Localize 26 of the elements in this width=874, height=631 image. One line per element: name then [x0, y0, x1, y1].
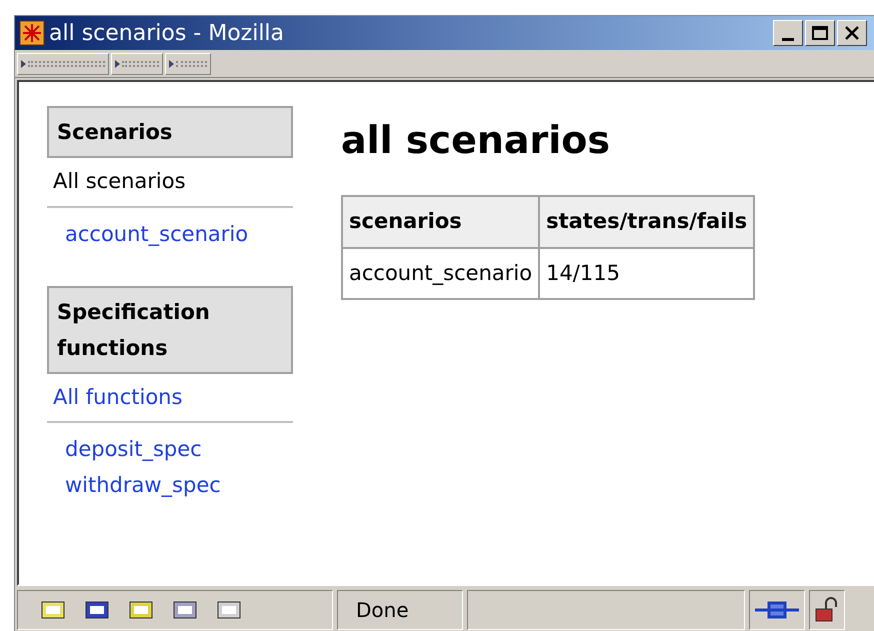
all-link[interactable]: All functions	[47, 374, 293, 423]
sidebar-link[interactable]: withdraw_spec	[65, 467, 293, 503]
sidebar-link[interactable]: account_scenario	[65, 216, 293, 252]
close-button[interactable]	[837, 20, 867, 46]
close-icon	[845, 26, 859, 40]
minimize-icon	[782, 38, 794, 40]
toolbar-grippy[interactable]	[111, 52, 163, 74]
plug-icon	[755, 600, 799, 620]
table-cell: account_scenario	[342, 248, 540, 299]
column-header: scenarios	[342, 196, 540, 248]
toolbar-grippy[interactable]	[17, 52, 109, 74]
maximize-icon	[812, 26, 828, 40]
maximize-button[interactable]	[805, 20, 835, 46]
section-heading: Specification functions	[47, 286, 293, 374]
sidebar-link[interactable]: deposit_spec	[65, 431, 293, 467]
toolbar-grippy[interactable]	[165, 52, 211, 74]
all-link[interactable]: All scenarios	[47, 158, 293, 208]
minimize-button[interactable]	[773, 20, 803, 46]
column-header: states/trans/fails	[539, 196, 754, 248]
table-cell: 14/115	[539, 248, 754, 299]
padlock-icon	[814, 597, 840, 623]
status-text: Done	[337, 590, 463, 630]
app-icon	[19, 20, 45, 46]
section-heading: Scenarios	[47, 106, 293, 158]
window-title: all scenarios - Mozilla	[49, 20, 284, 48]
page-title: all scenarios	[341, 117, 612, 164]
